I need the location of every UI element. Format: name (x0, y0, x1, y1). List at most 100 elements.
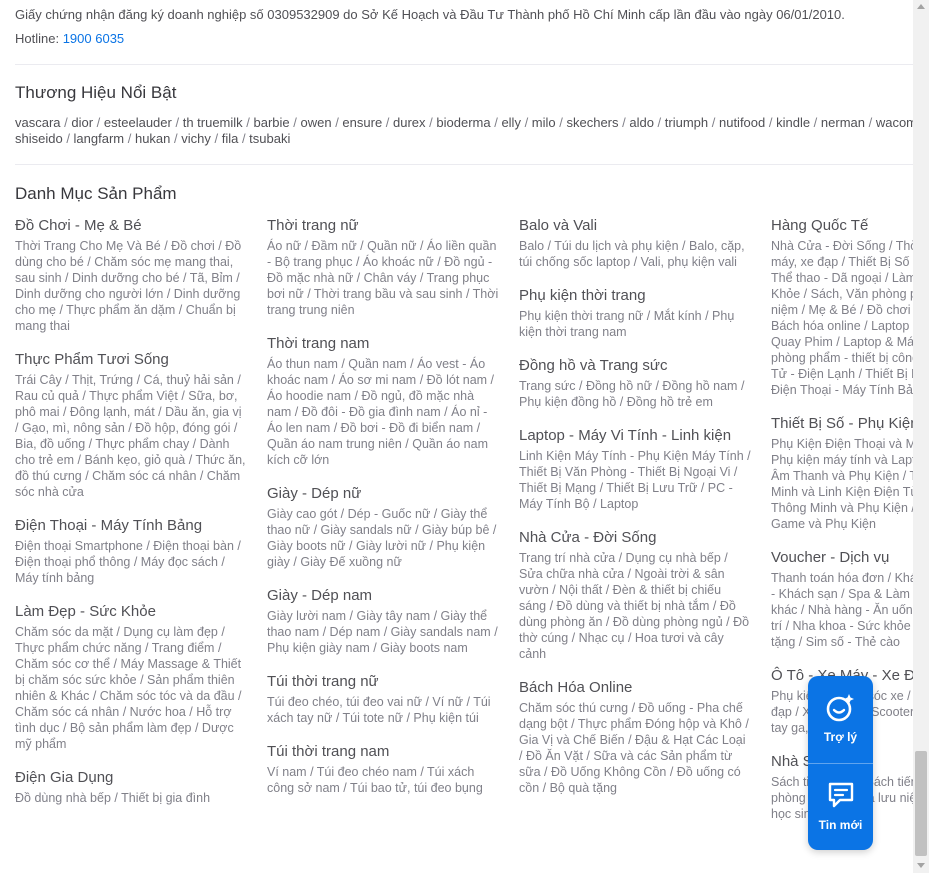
separator: / (708, 115, 719, 130)
brand-link[interactable]: vichy (181, 131, 211, 146)
brand-link[interactable]: esteelauder (104, 115, 172, 130)
brand-link[interactable]: shiseido (15, 131, 63, 146)
subcategory-links[interactable]: Giày lười nam / Giày tây nam / Giày thể … (267, 608, 499, 656)
subcategory-links[interactable]: Trang sức / Đồng hồ nữ / Đồng hồ nam / P… (519, 378, 751, 410)
brand-link[interactable]: triumph (665, 115, 708, 130)
scrollbar[interactable] (913, 0, 929, 873)
subcategory-links[interactable]: Phụ kiện thời trang nữ / Mắt kính / Phụ … (519, 308, 751, 340)
brand-link[interactable]: tsubaki (249, 131, 290, 146)
category-title-link[interactable]: Thời trang nữ (267, 216, 499, 236)
separator: / (60, 115, 72, 130)
category-group: Hàng Quốc TếNhà Cửa - Đời Sống / Thời tr… (771, 216, 913, 398)
category-group: Nhà Cửa - Đời Sống Trang trí nhà cửa / Dụ… (519, 528, 751, 662)
category-column-3: Balo và Vali Balo / Túi du lịch và phụ ki… (519, 216, 751, 812)
brand-link[interactable]: wacom (876, 115, 913, 130)
brand-link[interactable]: durex (393, 115, 426, 130)
category-title-link[interactable]: Phụ kiện thời trang (519, 286, 751, 306)
brand-link[interactable]: fila (222, 131, 239, 146)
brand-link[interactable]: nutifood (719, 115, 765, 130)
messages-label: Tin mới (818, 818, 863, 832)
category-group: Laptop - Máy Vi Tính - Linh kiện Linh Kiệ… (519, 426, 751, 512)
brand-link[interactable]: nerman (821, 115, 865, 130)
subcategory-links[interactable]: Ví nam / Túi đeo chéo nam / Túi xách côn… (267, 764, 499, 796)
category-group: Bách Hóa Online Chăm sóc thú cưng / Đồ uố… (519, 678, 751, 796)
subcategory-links[interactable]: Trang trí nhà cửa / Dụng cụ nhà bếp / Sử… (519, 550, 751, 662)
category-title-link[interactable]: Túi thời trang nữ (267, 672, 499, 692)
subcategory-links[interactable]: Chăm sóc da mặt / Dụng cụ làm đẹp / Thực… (15, 624, 247, 752)
category-title-link[interactable]: Thực Phẩm Tươi Sống (15, 350, 247, 370)
divider (15, 64, 913, 65)
brand-link[interactable]: hukan (135, 131, 170, 146)
subcategory-links[interactable]: Túi đeo chéo, túi đeo vai nữ / Ví nữ / T… (267, 694, 499, 726)
category-title-link[interactable]: Điện Thoại - Máy Tính Bảng (15, 516, 247, 536)
footer-page: Giấy chứng nhận đăng ký doanh nghiệp số … (0, 0, 913, 873)
category-title-link[interactable]: Thiết Bị Số - Phụ Kiện Số (771, 414, 913, 434)
subcategory-links[interactable]: Giày cao gót / Dép - Guốc nữ / Giày thể … (267, 506, 499, 570)
category-group: Túi thời trang nữ Túi đeo chéo, túi đeo v… (267, 672, 499, 726)
subcategory-links[interactable]: Áo thun nam / Quần nam / Áo vest - Áo kh… (267, 356, 499, 468)
separator: / (765, 115, 777, 130)
category-title-link[interactable]: Đồng hồ và Trang sức (519, 356, 751, 376)
messages-button[interactable]: Tin mới (808, 764, 873, 850)
brand-link[interactable]: skechers (566, 115, 618, 130)
brand-link[interactable]: aldo (629, 115, 654, 130)
assistant-button[interactable]: Trợ lý (808, 676, 873, 762)
brand-link[interactable]: th truemilk (183, 115, 243, 130)
category-title-link[interactable]: Nhà Cửa - Đời Sống (519, 528, 751, 548)
brand-link[interactable]: milo (532, 115, 556, 130)
scroll-down-icon[interactable] (917, 863, 925, 868)
category-group: Voucher - Dịch vụ Thanh toán hóa đơn / Kh… (771, 548, 913, 650)
category-title-link[interactable]: Thời trang nam (267, 334, 499, 354)
hotline-label: Hotline: (15, 31, 60, 46)
category-title-link[interactable]: Làm Đẹp - Sức Khỏe (15, 602, 247, 622)
subcategory-links[interactable]: Linh Kiện Máy Tính - Phụ Kiện Máy Tính /… (519, 448, 751, 512)
category-title-link[interactable]: Giày - Dép nữ (267, 484, 499, 504)
subcategory-links[interactable]: Balo / Túi du lịch và phụ kiện / Balo, c… (519, 238, 751, 270)
brand-link[interactable]: owen (301, 115, 332, 130)
separator: / (242, 115, 254, 130)
brand-link[interactable]: kindle (776, 115, 810, 130)
scrollbar-thumb[interactable] (915, 751, 927, 856)
assistant-panel: Trợ lý Tin mới (808, 676, 873, 850)
category-title-link[interactable]: Balo và Vali (519, 216, 751, 236)
brand-link[interactable]: bioderma (436, 115, 490, 130)
category-title-link[interactable]: Bách Hóa Online (519, 678, 751, 698)
subcategory-links[interactable]: Trái Cây / Thịt, Trứng / Cá, thuỷ hải sả… (15, 372, 247, 500)
category-title-link[interactable]: Túi thời trang nam (267, 742, 499, 762)
category-title-link[interactable]: Điện Gia Dụng (15, 768, 247, 788)
category-column-1: Đồ Chơi - Mẹ & Bé Thời Trang Cho Mẹ Và Bé… (15, 216, 247, 822)
separator: / (864, 115, 876, 130)
subcategory-links[interactable]: Điện thoại Smartphone / Điện thoại bàn /… (15, 538, 247, 586)
category-title-link[interactable]: Laptop - Máy Vi Tính - Linh kiện (519, 426, 751, 446)
brand-link[interactable]: elly (501, 115, 521, 130)
scroll-up-icon[interactable] (917, 4, 925, 9)
category-column-2: Thời trang nữ Áo nữ / Đầm nữ / Quần nữ / … (267, 216, 499, 812)
subcategory-links[interactable]: Phụ Kiện Điện Thoại và Máy Tính Bảng / P… (771, 436, 913, 532)
category-title-link[interactable]: Đồ Chơi - Mẹ & Bé (15, 216, 247, 236)
separator: / (810, 115, 821, 130)
subcategory-links[interactable]: Chăm sóc thú cưng / Đồ uống - Pha chế dạ… (519, 700, 751, 796)
separator: / (238, 131, 250, 146)
hotline-number-link[interactable]: 1900 6035 (63, 31, 124, 46)
brand-link[interactable]: vascara (15, 115, 61, 130)
subcategory-links[interactable]: Nhà Cửa - Đời Sống / Thời trang / Xe máy… (771, 238, 913, 398)
category-group: Phụ kiện thời trang Phụ kiện thời trang n… (519, 286, 751, 340)
separator: / (171, 115, 183, 130)
separator: / (170, 131, 182, 146)
brand-link[interactable]: ensure (342, 115, 382, 130)
category-title-link[interactable]: Voucher - Dịch vụ (771, 548, 913, 568)
category-group: Thiết Bị Số - Phụ Kiện SốPhụ Kiện Điện T… (771, 414, 913, 532)
brand-link[interactable]: barbie (254, 115, 290, 130)
subcategory-links[interactable]: Thời Trang Cho Mẹ Và Bé / Đồ chơi / Đồ d… (15, 238, 247, 334)
assistant-label: Trợ lý (823, 730, 858, 744)
subcategory-links[interactable]: Thanh toán hóa đơn / Khách sạn, Resort -… (771, 570, 913, 650)
category-title-link[interactable]: Giày - Dép nam (267, 586, 499, 606)
subcategory-links[interactable]: Áo nữ / Đầm nữ / Quần nữ / Áo liền quần … (267, 238, 499, 318)
brand-link[interactable]: langfarm (74, 131, 125, 146)
subcategory-links[interactable]: Đồ dùng nhà bếp / Thiết bị gia đình (15, 790, 247, 806)
category-group: Giày - Dép nữ Giày cao gót / Dép - Guốc n… (267, 484, 499, 570)
assistant-icon (826, 694, 854, 722)
brand-link[interactable]: dior (71, 115, 93, 130)
category-group: Thời trang nam Áo thun nam / Quần nam / Á… (267, 334, 499, 468)
category-title-link[interactable]: Hàng Quốc Tế (771, 216, 913, 236)
